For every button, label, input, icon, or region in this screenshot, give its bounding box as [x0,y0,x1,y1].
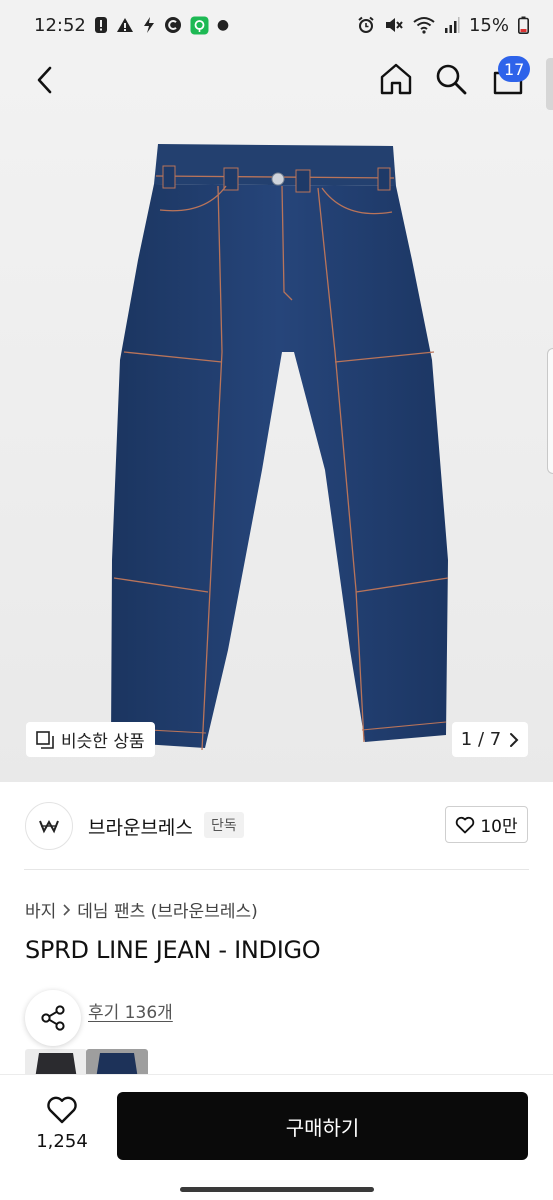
scroll-handle[interactable] [546,58,553,110]
signal-icon [444,17,460,33]
brand-name[interactable]: 브라운브레스 [88,813,193,840]
wishlist-count: 1,254 [36,1131,88,1152]
search-icon [436,64,467,95]
back-button[interactable] [26,60,62,100]
product-image-gallery[interactable] [0,50,553,782]
similar-products-icon [36,730,54,749]
share-icon [41,1005,65,1031]
breadcrumb: 바지 데님 팬츠 (브라운브레스) [25,897,258,922]
buy-button[interactable]: 구매하기 [117,1092,528,1160]
brand-like-button[interactable]: 10만 [445,806,528,843]
c-app-icon [164,17,181,33]
brand-logo[interactable] [25,802,73,850]
gesture-home-indicator[interactable] [180,1187,374,1192]
edge-panel-handle[interactable] [547,348,553,474]
heart-icon [456,816,475,833]
brand-row: 브라운브레스 단독 10만 [0,800,553,852]
product-photo-jeans [110,144,449,751]
wifi-icon [413,17,435,34]
status-time: 12:52 [34,14,86,36]
similar-products-button[interactable]: 비슷한 상품 [26,722,155,757]
bottom-action-bar: 1,254 구매하기 [0,1074,553,1200]
alarm-icon [358,16,374,33]
status-bar: 12:52 ● 15% [0,0,553,50]
mute-icon [385,18,403,32]
app-notification-icon [190,16,209,34]
brand-like-count: 10만 [480,817,518,837]
cart-count-badge: 17 [498,56,531,82]
image-pager-button[interactable]: 1 / 7 [452,722,528,757]
image-pager-label: 1 / 7 [460,729,502,750]
product-title: SPRD LINE JEAN - INDIGO [25,936,321,964]
similar-products-label: 비슷한 상품 [61,732,145,752]
share-button[interactable] [25,990,81,1046]
top-navigation [0,50,553,110]
brand-logo-mark [39,819,59,834]
exclusive-tag: 단독 [204,812,244,838]
battery-percent: 15% [468,14,509,36]
home-icon [380,63,412,95]
battery-icon [518,16,529,34]
chevron-right-icon [63,903,71,916]
search-button[interactable] [432,58,470,100]
wishlist-button[interactable]: 1,254 [22,1095,102,1165]
chevron-right-icon [510,732,519,747]
heart-icon [47,1096,77,1124]
warning-icon [116,18,133,32]
section-divider [24,869,529,870]
more-dot-icon: ● [216,17,230,33]
breadcrumb-category[interactable]: 바지 [25,897,56,922]
reviews-link[interactable]: 후기 136개 [88,998,173,1023]
breadcrumb-subcategory[interactable]: 데님 팬츠 (브라운브레스) [77,897,257,922]
flash-icon [143,17,154,33]
home-button[interactable] [378,58,414,100]
alert-icon [94,17,107,33]
back-arrow-icon [37,66,52,94]
